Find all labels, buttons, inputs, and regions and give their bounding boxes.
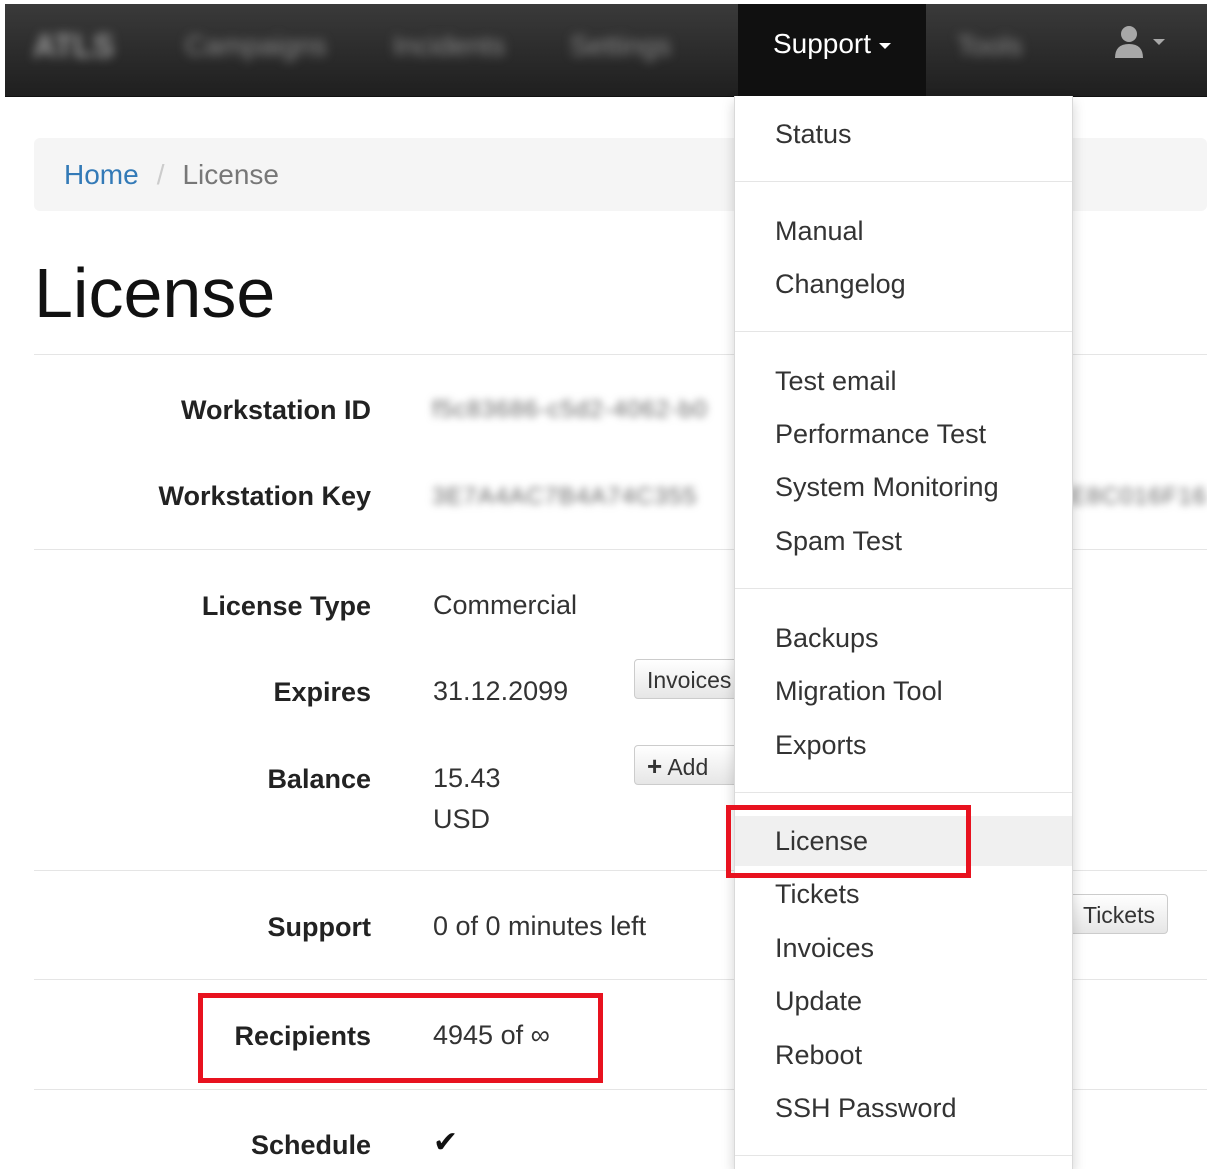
recipients-highlight-box [198,993,603,1083]
menu-item-ssh-password[interactable]: SSH Password [735,1083,1072,1133]
checkmark-icon: ✔ [433,1126,459,1159]
menu-item-reboot[interactable]: Reboot [735,1030,1072,1080]
menu-item-status[interactable]: Status [735,109,1072,159]
menu-item-test-email[interactable]: Test email [735,356,1072,406]
license-type-label: License Type [201,591,371,621]
menu-divider [735,792,1072,793]
menu-item-invoices[interactable]: Invoices [735,923,1072,973]
workstation-key-value: 3E7A4AC7B4A74C355 [432,483,698,510]
add-balance-button[interactable]: + Add [634,745,744,785]
nav-item-support[interactable]: Support [738,4,926,96]
nav-item-tools[interactable]: Tools [957,4,1022,96]
support-dropdown-menu: Status Manual Changelog Test email Perfo… [734,96,1073,1169]
workstation-key-value-overflow: E8C016F16 [1070,483,1207,510]
tickets-button[interactable]: Tickets [1060,894,1168,934]
breadcrumb-current: License [182,159,279,190]
nav-item-campaigns[interactable]: Campaigns [185,4,327,96]
top-navbar: ATLS Campaigns Incidents Settings Suppor… [5,4,1207,97]
schedule-label: Schedule [250,1130,371,1160]
user-icon [1115,26,1143,58]
balance-label: Balance [267,764,371,794]
expires-value: 31.12.2099 [433,676,569,706]
expires-label: Expires [273,677,371,707]
workstation-id-value: f5c83686-c5d2-4062-b0 [432,396,708,423]
user-menu[interactable] [1113,24,1165,70]
menu-divider [735,1155,1072,1156]
menu-item-backups[interactable]: Backups [735,613,1072,663]
menu-item-performance-test[interactable]: Performance Test [735,409,1072,459]
nav-item-settings[interactable]: Settings [570,4,671,96]
menu-item-changelog[interactable]: Changelog [735,259,1072,309]
balance-currency: USD [433,804,491,834]
breadcrumb-separator: / [156,159,165,190]
menu-item-spam-test[interactable]: Spam Test [735,516,1072,566]
add-button-label: Add [667,754,709,780]
menu-item-system-monitoring[interactable]: System Monitoring [735,462,1072,512]
brand-logo[interactable]: ATLS [33,4,114,96]
workstation-key-label: Workstation Key [158,481,371,511]
license-type-value: Commercial [433,590,578,620]
menu-item-update[interactable]: Update [735,976,1072,1026]
menu-divider [735,181,1072,182]
breadcrumb-home[interactable]: Home [64,159,139,190]
support-label: Support [267,912,371,942]
page-title: License [34,254,276,332]
balance-amount: 15.43 [433,763,501,793]
menu-item-exports[interactable]: Exports [735,720,1072,770]
chevron-down-icon [1153,39,1165,45]
chevron-down-icon [879,42,892,49]
support-label: Support [772,28,872,59]
workstation-id-label: Workstation ID [180,395,371,425]
menu-divider [735,331,1072,332]
nav-item-incidents[interactable]: Incidents [393,4,505,96]
support-value: 0 of 0 minutes left [433,911,647,941]
menu-divider [735,588,1072,589]
license-highlight-box [726,805,971,878]
menu-item-migration-tool[interactable]: Migration Tool [735,666,1072,716]
plus-icon: + [647,751,663,781]
menu-item-manual[interactable]: Manual [735,206,1072,256]
